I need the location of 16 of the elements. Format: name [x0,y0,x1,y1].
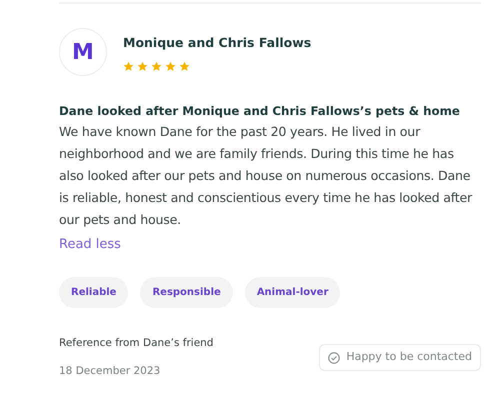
star-icon [123,60,134,72]
contact-label: Happy to be contacted [346,349,472,366]
reviewer-name: Monique and Chris Fallows [123,34,312,52]
avatar: M [59,28,107,76]
star-icon [179,60,190,72]
star-icon [137,60,148,72]
review-text: We have known Dane for the past 20 years. He lived in our neighborhood and we are family friends. During this time he has also looked after our pets and house on numerous occasions. Dane is reliable, honest and conscientious every time he has looked after our pets and house. [59,122,474,229]
reference-source: Reference from Dane’s friend [59,336,214,351]
star-icon [165,60,176,72]
trait-tag: Reliable [59,276,128,308]
star-icon [151,60,162,72]
reference-date: 18 December 2023 [59,364,162,378]
trait-tag: Animal-lover [244,276,340,308]
review-headline: Dane looked after Monique and Chris Fallows’s pets & home [59,102,461,120]
trait-tag: Responsible [140,276,233,308]
read-less-link[interactable]: Read less [59,236,121,252]
